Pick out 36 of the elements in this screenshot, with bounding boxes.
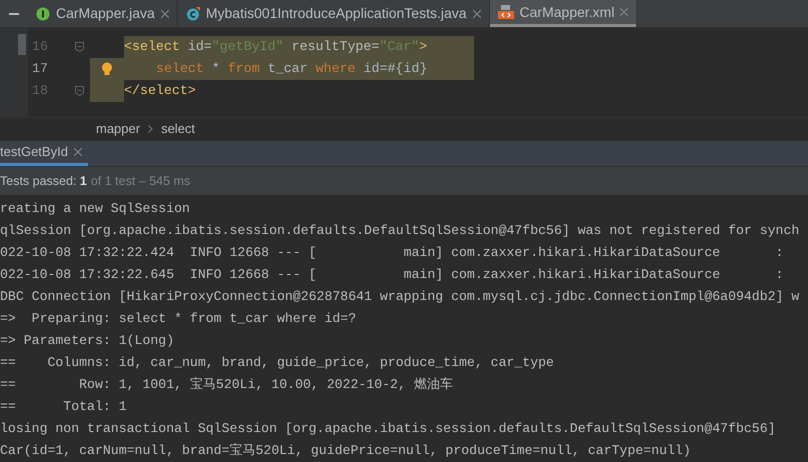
console-line: reating a new SqlSession — [0, 200, 190, 218]
console-line: DBC Connection [HikariProxyConnection@262878641 wrapping com.mysql.cj.jdbc.ConnectionImpl@6a094db2] w — [0, 288, 800, 306]
line-number: 18 — [31, 82, 48, 100]
console-line: == Row: 1, 1001, 宝马520Li, 10.00, 2022-10-2, 燃油车 — [0, 376, 453, 394]
console-line: => Parameters: 1(Long) — [0, 332, 174, 350]
console-line: losing non transactional SqlSession [org.apache.ibatis.session.defaults.DefaultSqlSession@47fbc56] — [0, 420, 776, 438]
breadcrumb[interactable]: mapper — [96, 119, 140, 139]
interface-icon — [36, 6, 50, 20]
lightbulb-icon[interactable] — [101, 62, 113, 76]
minimize-icon[interactable] — [9, 12, 19, 14]
console-line: => Preparing: select * from t_car where id=? — [0, 310, 356, 328]
chevron-icon — [148, 125, 154, 133]
test-class-icon — [186, 6, 200, 20]
editor-tab[interactable]: CarMapper.java — [28, 0, 178, 27]
fold-marker-icon[interactable] — [75, 42, 84, 52]
editor-tab[interactable]: Mybatis001IntroduceApplicationTests.java — [178, 0, 490, 27]
close-icon[interactable] — [74, 148, 82, 156]
console-line: Car(id=1, carNum=null, brand=宝马520Li, guidePrice=null, produceTime=null, carType=null) — [0, 442, 691, 460]
close-icon[interactable] — [472, 10, 481, 18]
console-line: 022-10-08 17:32:22.424 INFO 12668 --- [ main] com.zaxxer.hikari.HikariDataSource : — [0, 244, 784, 262]
editor-tab[interactable]: CarMapper.xml — [490, 0, 636, 27]
tests-passed-label: Tests passed: 1 — [0, 172, 87, 190]
console-line: 022-10-08 17:32:22.645 INFO 12668 --- [ main] com.zaxxer.hikari.HikariDataSource : — [0, 266, 784, 284]
scrollbar-thumb[interactable] — [18, 34, 26, 55]
line-number: 16 — [31, 38, 48, 56]
line-number: 17 — [31, 60, 48, 78]
xml-file-icon — [498, 5, 514, 19]
close-icon[interactable] — [620, 8, 628, 16]
test-summary: of 1 test – 545 ms — [90, 172, 190, 190]
code-line: </select> — [124, 82, 197, 100]
close-icon[interactable] — [160, 10, 169, 18]
console-line: == Total: 1 — [0, 398, 127, 416]
fold-marker-icon[interactable] — [75, 86, 84, 96]
console-line: qlSession [org.apache.ibatis.session.defaults.DefaultSqlSession@47fbc56] was not registered for synch — [0, 222, 800, 240]
console-line: == Columns: id, car_num, brand, guide_price, produce_time, car_type — [0, 354, 554, 372]
breadcrumb[interactable]: select — [161, 119, 196, 139]
